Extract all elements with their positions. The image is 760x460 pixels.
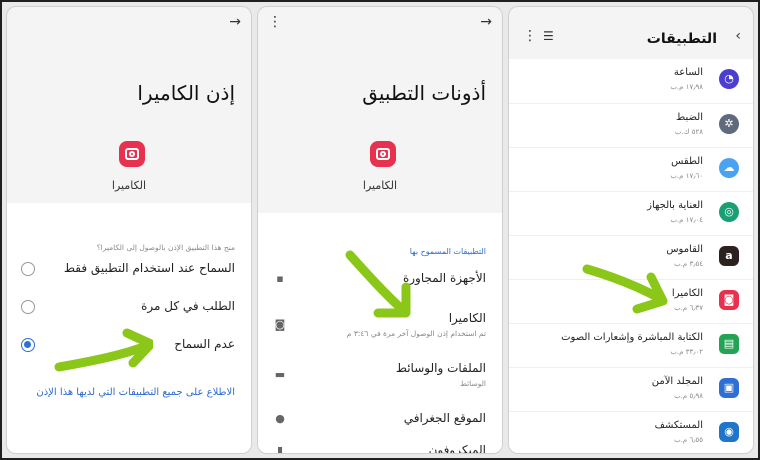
apps-list-panel: ⋮ ☰ ‹ التطبيقات ◔ الساعة ١٧٫٩٨ م.ب ✲ الض…: [508, 6, 754, 454]
app-size: ٦٫٥٥ م.ب: [674, 436, 703, 444]
permission-subtitle: الوسائط: [459, 379, 486, 388]
app-row-weather[interactable]: ☁ الطقس ١٧٫٦٠ م.ب: [509, 147, 753, 191]
settings-icon: ✲: [719, 114, 739, 134]
section-label: التطبيقات المسموح بها: [409, 247, 486, 256]
permission-title: الميكروفون: [428, 443, 486, 454]
app-permissions-panel: ⋮ → أذونات التطبيق الكاميرا التطبيقات ال…: [257, 6, 503, 454]
app-size: ١٧٫٩٨ م.ب: [670, 83, 703, 91]
permission-files-media[interactable]: الملفات والوسائط الوسائط ▬: [272, 361, 486, 395]
back-chevron-icon[interactable]: ‹: [735, 29, 741, 43]
location-pin-icon: ●: [275, 412, 285, 425]
radio-button[interactable]: [21, 300, 35, 314]
camera-app-icon: [119, 141, 145, 167]
page-title: أذونات التطبيق: [362, 81, 486, 105]
camera-app-icon: [370, 141, 396, 167]
app-name: القاموس: [666, 244, 703, 255]
app-name: العناية بالجهاز: [647, 200, 703, 211]
app-row-settings[interactable]: ✲ الضبط ٥٢٨ ك.ب: [509, 103, 753, 147]
app-size: ١٧٫٦٠ م.ب: [670, 172, 703, 180]
device-care-icon: ◎: [719, 202, 739, 222]
weather-icon: ☁: [719, 158, 739, 178]
app-name: المستكشف: [654, 420, 703, 431]
option-label: الطلب في كل مرة: [141, 299, 235, 313]
app-row-live-transcribe[interactable]: ▤ الكتابة المباشرة وإشعارات الصوت ٣٣٫٠٢ …: [509, 323, 753, 367]
permission-hint: منح هذا التطبيق الإذن بالوصول إلى الكامي…: [96, 243, 235, 252]
permission-microphone[interactable]: الميكروفون ▮: [272, 443, 486, 454]
app-name: الكتابة المباشرة وإشعارات الصوت: [561, 332, 703, 343]
back-arrow-icon[interactable]: →: [480, 15, 492, 29]
app-size: ١٧٫٠٤ م.ب: [670, 216, 703, 224]
live-transcribe-icon: ▤: [719, 334, 739, 354]
app-name: المجلد الآمن: [651, 376, 703, 387]
microphone-icon: ▮: [276, 444, 284, 454]
option-ask-every-time[interactable]: الطلب في كل مرة: [21, 297, 235, 317]
app-name: الطقس: [671, 156, 703, 167]
app-name: الكاميرا: [111, 179, 147, 192]
app-row-device-care[interactable]: ◎ العناية بالجهاز ١٧٫٠٤ م.ب: [509, 191, 753, 235]
app-size: ٣٣٫٠٢ م.ب: [670, 348, 703, 356]
camera-icon: ◙: [274, 318, 286, 331]
radio-button-selected[interactable]: [21, 338, 35, 352]
app-size: ٥٫٩٨ م.ب: [674, 392, 703, 400]
more-options-icon[interactable]: ⋮: [523, 29, 537, 43]
explorer-icon: ◉: [719, 422, 739, 442]
filter-search-icon[interactable]: ☰: [543, 29, 554, 43]
camera-permission-panel: → إذن الكاميرا الكاميرا منح هذا التطبيق …: [6, 6, 252, 454]
app-name: الكاميرا: [671, 288, 703, 299]
clock-icon: ◔: [719, 69, 739, 89]
see-all-apps-link[interactable]: الاطلاع على جميع التطبيقات التي لديها هذ…: [36, 387, 235, 398]
header: ⋮ →: [258, 7, 502, 37]
nearby-devices-icon: ▪: [276, 272, 284, 285]
app-name: الكاميرا: [362, 179, 398, 192]
green-arrow-annotation: [582, 264, 668, 314]
app-row-secure-folder[interactable]: ▣ المجلد الآمن ٥٫٩٨ م.ب: [509, 367, 753, 411]
back-arrow-icon[interactable]: →: [229, 15, 241, 29]
app-row-clock[interactable]: ◔ الساعة ١٧٫٩٨ م.ب: [509, 59, 753, 103]
camera-icon: ◙: [719, 290, 739, 310]
green-arrow-annotation: [54, 328, 153, 372]
page-title: التطبيقات: [646, 31, 717, 47]
option-label: السماح عند استخدام التطبيق فقط: [63, 261, 235, 275]
apps-list: ◔ الساعة ١٧٫٩٨ م.ب ✲ الضبط ٥٢٨ ك.ب ☁ الط…: [509, 59, 753, 453]
page-title: إذن الكاميرا: [137, 81, 235, 105]
green-arrow-annotation: [345, 250, 411, 318]
folder-icon: ▬: [274, 368, 286, 381]
dictionary-icon: a: [719, 246, 739, 266]
permission-title: الكاميرا: [448, 311, 486, 325]
permission-location[interactable]: الموقع الجغرافي ●: [272, 411, 486, 445]
secure-folder-icon: ▣: [719, 378, 739, 398]
app-name: الضبط: [675, 112, 703, 123]
app-size: ٣٫٥٤ م.ب: [674, 260, 703, 268]
app-size: ٥٢٨ ك.ب: [674, 128, 703, 136]
permission-title: الملفات والوسائط: [395, 361, 486, 375]
radio-button[interactable]: [21, 262, 35, 276]
permission-subtitle: تم استخدام إذن الوصول آخر مرة في ٣:٤٦ م: [346, 329, 486, 338]
header: →: [7, 7, 251, 37]
more-options-icon[interactable]: ⋮: [268, 15, 282, 29]
app-size: ٦٫٣٧ م.ب: [674, 304, 703, 312]
app-name: الساعة: [673, 67, 703, 78]
permission-title: الموقع الجغرافي: [403, 411, 486, 425]
app-row-explorer[interactable]: ◉ المستكشف ٦٫٥٥ م.ب: [509, 411, 753, 453]
option-allow-while-using[interactable]: السماح عند استخدام التطبيق فقط: [21, 259, 235, 279]
option-label: عدم السماح: [174, 337, 235, 351]
